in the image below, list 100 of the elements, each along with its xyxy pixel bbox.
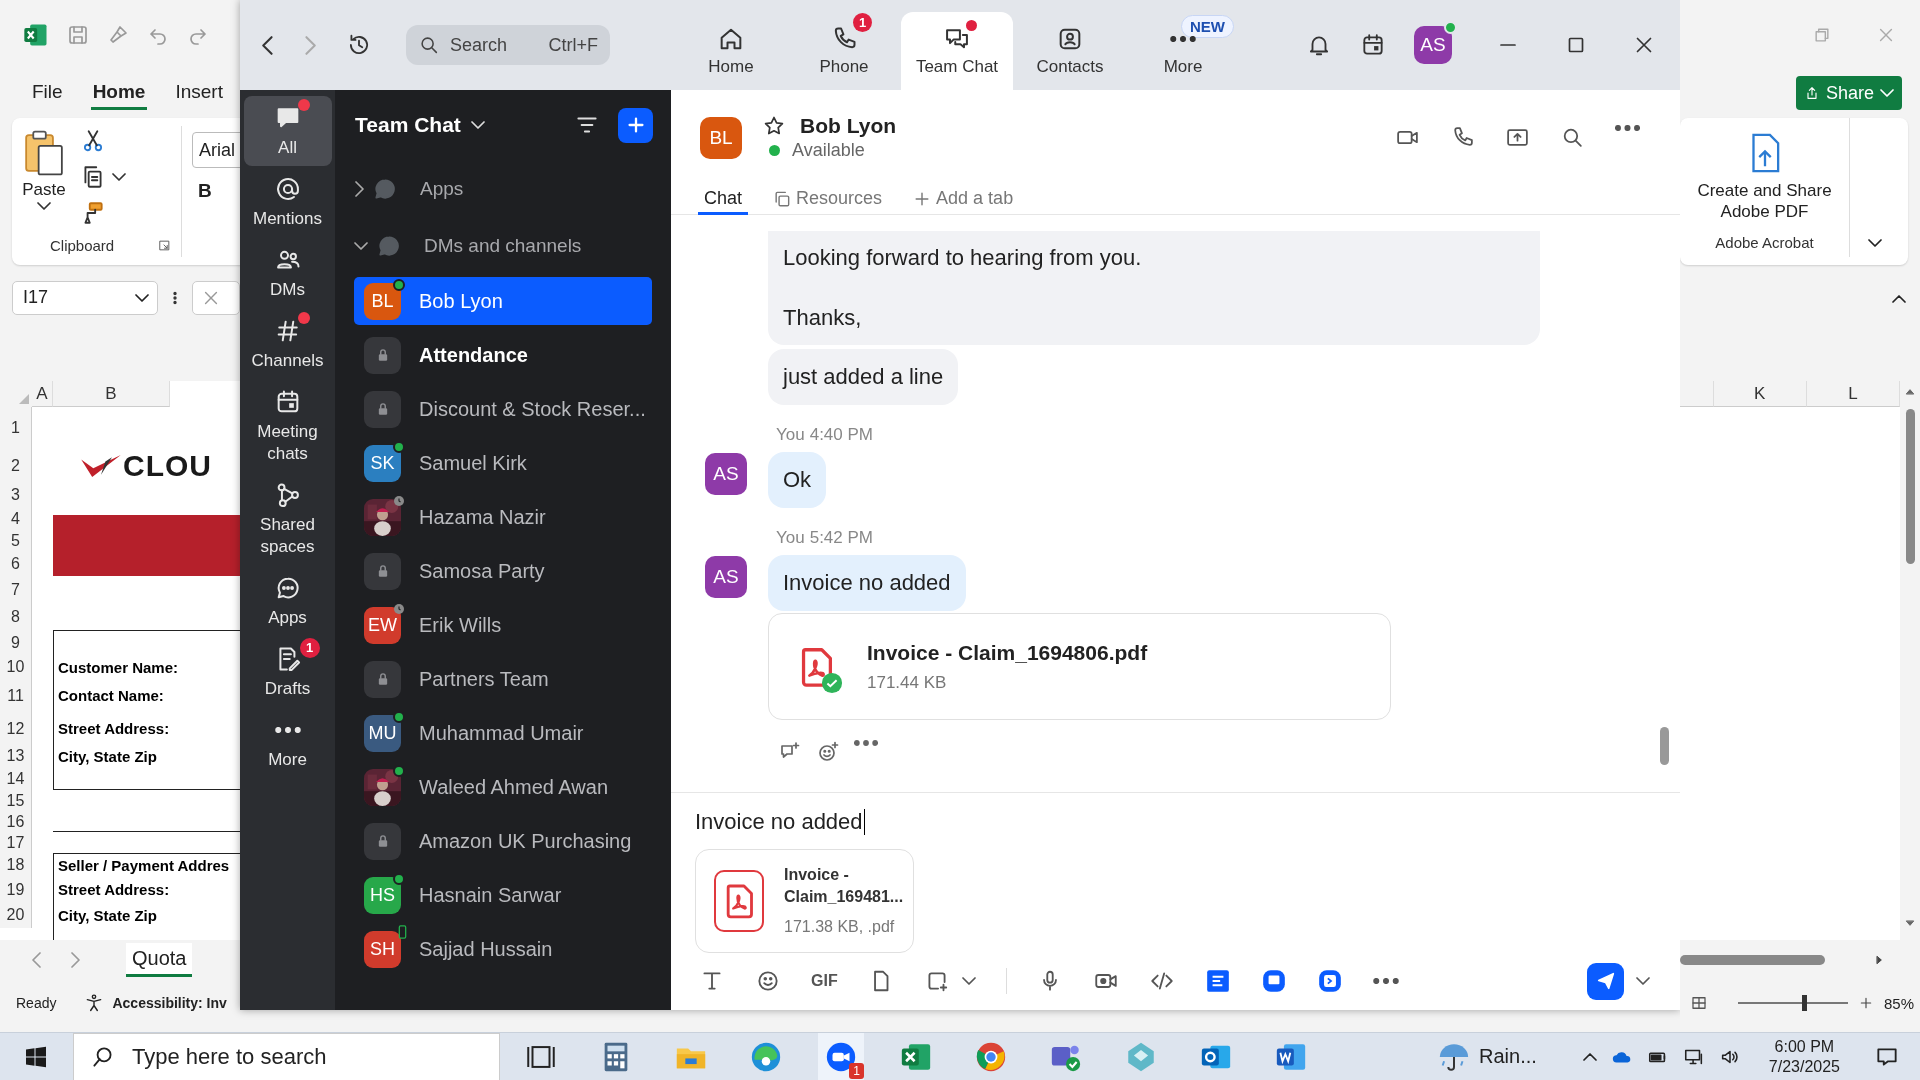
- chat-tab[interactable]: Resources: [766, 185, 889, 215]
- conversation-item[interactable]: Hazama Nazir: [354, 490, 652, 544]
- section-header[interactable]: DMs and channels: [354, 217, 653, 274]
- column-header[interactable]: B: [53, 381, 170, 407]
- user-avatar[interactable]: AS: [1414, 26, 1452, 64]
- zoom-slider[interactable]: [1738, 995, 1848, 1011]
- column-header[interactable]: K: [1713, 381, 1807, 407]
- conversation-item[interactable]: SK Samuel Kirk: [354, 436, 652, 490]
- conversation-item[interactable]: Samosa Party: [354, 544, 652, 598]
- nav-tab[interactable]: 1 Phone: [788, 12, 900, 90]
- bold-button[interactable]: B: [198, 180, 224, 202]
- row-header[interactable]: 15: [0, 790, 32, 812]
- column-header[interactable]: A: [32, 381, 53, 407]
- chevron-down-icon[interactable]: [1636, 977, 1650, 986]
- more-icon[interactable]: [854, 740, 878, 746]
- row-header[interactable]: 12: [0, 712, 32, 745]
- conversation-item[interactable]: EW Erik Wills: [354, 598, 652, 652]
- row-header[interactable]: 16: [0, 812, 32, 832]
- chevron-up-icon[interactable]: [1582, 1052, 1597, 1061]
- row-header[interactable]: 2: [0, 449, 32, 483]
- chevron-right-icon[interactable]: [70, 952, 80, 968]
- row-header[interactable]: 1: [0, 407, 32, 449]
- more-icon[interactable]: [1372, 978, 1399, 985]
- zoom-level[interactable]: 85%: [1884, 994, 1915, 1012]
- sidebar-tab[interactable]: 1 Drafts: [243, 637, 332, 707]
- row-header[interactable]: 19: [0, 877, 32, 902]
- sidebar-tab[interactable]: DMs: [243, 238, 332, 308]
- sidebar-tab[interactable]: Meeting chats: [243, 380, 332, 472]
- chat-tab[interactable]: Chat: [698, 185, 749, 215]
- ribbon-tab[interactable]: File: [30, 76, 65, 110]
- sidebar-tab[interactable]: Mentions: [243, 167, 332, 237]
- ribbon-tab[interactable]: Home: [90, 76, 148, 110]
- search-field[interactable]: Type here to search: [73, 1032, 500, 1080]
- row-header[interactable]: 4: [0, 507, 32, 530]
- page-break-view-icon[interactable]: [1690, 994, 1708, 1012]
- more-icon[interactable]: [1615, 125, 1640, 131]
- name-box[interactable]: I17: [12, 280, 158, 315]
- chevron-left-icon[interactable]: [32, 952, 42, 968]
- conversation-item[interactable]: Attendance: [354, 328, 652, 382]
- row-header[interactable]: 20: [0, 902, 32, 928]
- sidebar-tab[interactable]: More: [243, 708, 332, 778]
- row-header[interactable]: 3: [0, 483, 32, 507]
- row-header[interactable]: 13: [0, 745, 32, 767]
- row-header[interactable]: 11: [0, 679, 32, 712]
- nav-tab[interactable]: NEW More: [1127, 12, 1239, 90]
- sidebar-tab[interactable]: Apps: [243, 566, 332, 636]
- conversation-item[interactable]: SH Sajjad Hussain: [354, 922, 652, 976]
- send-button[interactable]: [1587, 962, 1624, 1000]
- row-header[interactable]: 18: [0, 853, 32, 877]
- gif-button[interactable]: GIF: [811, 972, 838, 991]
- nav-tab[interactable]: Contacts: [1014, 12, 1126, 90]
- row-header[interactable]: 8: [0, 603, 32, 630]
- panel-title[interactable]: Team Chat: [355, 113, 485, 137]
- chat-tab[interactable]: Add a tab: [906, 185, 1020, 215]
- list-app-icon[interactable]: [1204, 968, 1231, 995]
- row-header[interactable]: 6: [0, 552, 32, 576]
- row-header[interactable]: 17: [0, 832, 32, 853]
- chevron-down-icon[interactable]: [961, 977, 976, 986]
- search-field[interactable]: Search Ctrl+F: [406, 25, 610, 65]
- clip-app-icon[interactable]: [1316, 968, 1343, 995]
- caret-icon[interactable]: [112, 173, 126, 181]
- sidebar-tab[interactable]: Shared spaces: [243, 473, 332, 565]
- chevron-up-icon[interactable]: [1892, 295, 1906, 303]
- nav-tab[interactable]: Home: [675, 12, 787, 90]
- section-header[interactable]: Apps: [354, 160, 653, 217]
- clock[interactable]: 6:00 PM 7/23/2025: [1768, 1036, 1840, 1077]
- conversation-item[interactable]: MU Muhammad Umair: [354, 706, 652, 760]
- plus-icon[interactable]: [1858, 995, 1874, 1011]
- conversation-item[interactable]: Waleed Ahmed Awan: [354, 760, 652, 814]
- acrobat-button[interactable]: Create and Share Adobe PDF: [1680, 180, 1849, 222]
- back-icon[interactable]: [262, 35, 274, 55]
- row-header[interactable]: 5: [0, 530, 32, 552]
- calendar-icon[interactable]: [1360, 32, 1386, 58]
- sheet-tab[interactable]: Quota: [126, 943, 193, 977]
- sidebar-tab[interactable]: All: [243, 96, 332, 166]
- row-header[interactable]: 10: [0, 655, 32, 679]
- scroll-thumb[interactable]: [1905, 409, 1915, 564]
- conversation-item[interactable]: BL Bob Lyon: [354, 277, 652, 325]
- message-input[interactable]: Invoice no added: [695, 807, 1680, 837]
- start-icon[interactable]: [24, 1044, 48, 1069]
- chevron-down-icon[interactable]: [1868, 239, 1882, 247]
- weather-widget[interactable]: Rain...: [1437, 1039, 1537, 1074]
- horizontal-scrollbar[interactable]: [1680, 955, 1825, 965]
- row-header[interactable]: 7: [0, 576, 32, 603]
- share-button[interactable]: Share: [1795, 76, 1902, 110]
- row-header[interactable]: 14: [0, 767, 32, 790]
- add-reaction-icon[interactable]: [816, 740, 840, 764]
- conversation-item[interactable]: HS Hasnain Sarwar: [354, 868, 652, 922]
- dialog-launcher-icon[interactable]: [158, 238, 171, 252]
- sidebar-tab[interactable]: Channels: [243, 309, 332, 379]
- paste-button[interactable]: Paste: [22, 126, 66, 233]
- nav-tab[interactable]: Team Chat: [901, 12, 1013, 90]
- attachment-card[interactable]: Invoice - Claim_169481... 171.38 KB, .pdf: [695, 848, 914, 953]
- conversation-item[interactable]: Partners Team: [354, 652, 652, 706]
- conversation-item[interactable]: Discount & Stock Reser...: [354, 382, 652, 436]
- row-header[interactable]: 9: [0, 630, 32, 655]
- file-card[interactable]: Invoice - Claim_1694806.pdf 171.44 KB: [768, 613, 1391, 720]
- whiteboard-app-icon[interactable]: [1260, 968, 1287, 995]
- column-header[interactable]: L: [1806, 381, 1900, 407]
- new-chat-button[interactable]: [618, 107, 653, 143]
